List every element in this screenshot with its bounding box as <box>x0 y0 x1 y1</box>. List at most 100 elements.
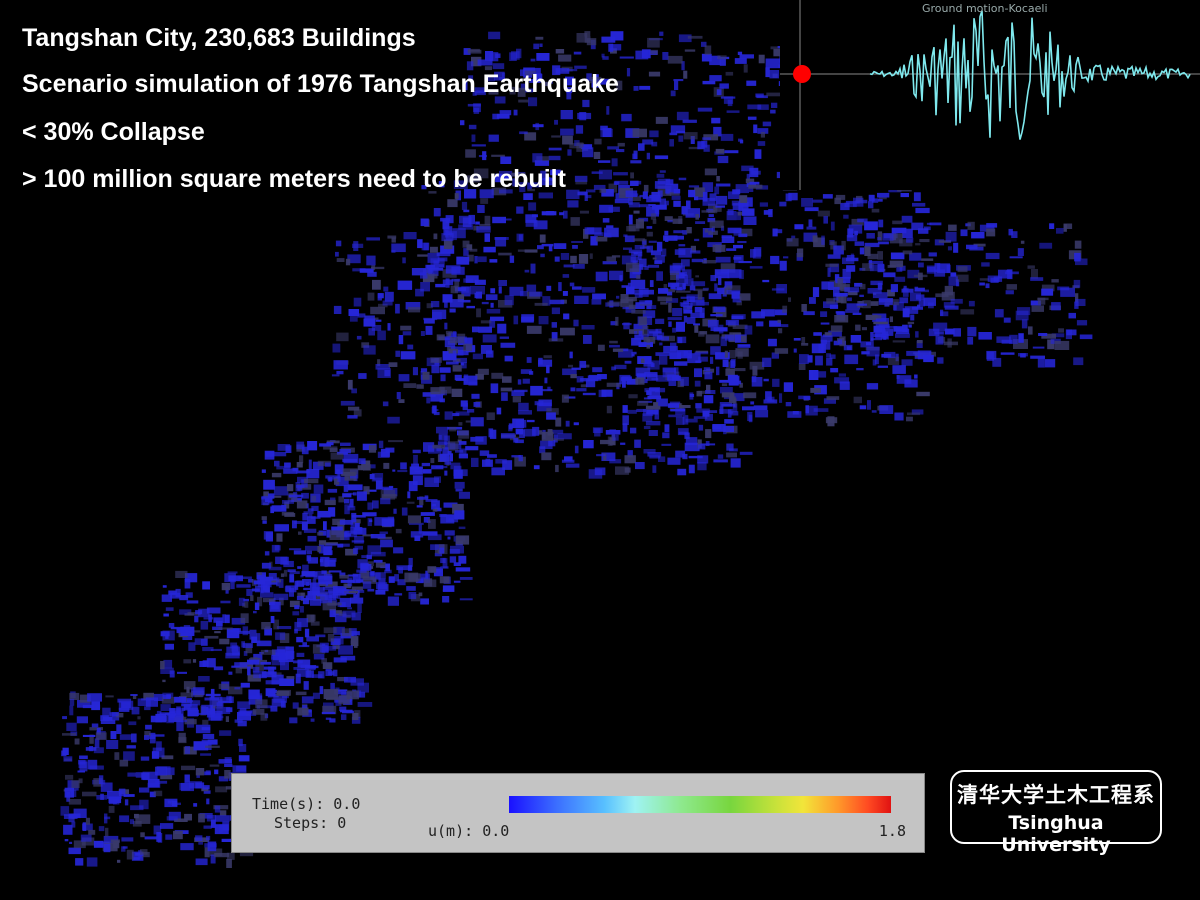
building-footprint <box>820 311 828 317</box>
building-footprint <box>266 689 278 694</box>
building-footprint <box>704 45 712 55</box>
building-footprint <box>737 344 751 348</box>
building-footprint <box>667 457 681 465</box>
building-footprint <box>648 71 661 77</box>
building-footprint <box>584 227 595 235</box>
building-footprint <box>353 297 362 307</box>
building-footprint <box>869 264 885 272</box>
building-footprint <box>750 401 755 405</box>
building-footprint <box>892 220 903 225</box>
building-footprint <box>728 350 737 359</box>
building-footprint <box>218 683 229 689</box>
building-footprint <box>900 193 909 198</box>
building-footprint <box>268 566 282 571</box>
building-footprint <box>917 304 921 308</box>
building-footprint <box>648 430 658 436</box>
building-footprint <box>719 324 724 334</box>
building-footprint <box>288 494 304 498</box>
building-footprint <box>682 415 689 425</box>
building-footprint <box>626 226 636 232</box>
building-footprint <box>119 734 133 740</box>
building-footprint <box>769 70 779 79</box>
building-footprint <box>326 442 334 446</box>
building-footprint <box>461 201 468 211</box>
building-footprint <box>630 160 642 164</box>
building-footprint <box>703 395 714 404</box>
building-footprint <box>914 286 919 290</box>
building-footprint <box>944 305 959 310</box>
building-footprint <box>1039 242 1053 249</box>
building-footprint <box>627 286 634 292</box>
building-footprint <box>218 627 233 630</box>
building-footprint <box>412 449 421 454</box>
building-footprint <box>415 288 424 297</box>
building-footprint <box>981 262 990 267</box>
building-footprint <box>408 307 421 313</box>
building-footprint <box>388 576 395 583</box>
building-footprint <box>202 581 210 590</box>
building-footprint <box>719 379 730 383</box>
building-footprint <box>588 374 602 381</box>
building-footprint <box>427 566 437 573</box>
building-footprint <box>724 419 734 424</box>
building-footprint <box>214 805 221 813</box>
building-footprint <box>109 712 119 717</box>
building-footprint <box>442 589 450 592</box>
building-footprint <box>498 286 502 294</box>
building-footprint <box>340 400 355 406</box>
building-footprint <box>455 567 471 572</box>
building-footprint <box>162 630 175 641</box>
building-footprint <box>780 324 789 328</box>
building-footprint <box>659 342 663 346</box>
building-footprint <box>393 508 397 514</box>
building-footprint <box>621 113 632 122</box>
building-footprint <box>710 346 721 355</box>
building-footprint <box>646 152 650 160</box>
building-footprint <box>598 389 607 398</box>
building-footprint <box>638 330 643 337</box>
building-footprint <box>292 467 299 472</box>
building-footprint <box>712 244 726 252</box>
building-footprint <box>827 267 831 277</box>
building-footprint <box>560 110 573 120</box>
building-footprint <box>855 324 861 331</box>
building-footprint <box>462 240 470 248</box>
building-footprint <box>727 227 742 234</box>
building-footprint <box>66 722 77 731</box>
building-footprint <box>400 351 416 360</box>
building-footprint <box>447 441 459 451</box>
building-footprint <box>380 497 391 505</box>
building-footprint <box>535 36 544 40</box>
building-footprint <box>444 470 448 476</box>
building-footprint <box>893 326 904 332</box>
building-footprint <box>236 630 250 634</box>
building-footprint <box>240 682 250 688</box>
building-footprint <box>145 697 158 707</box>
building-footprint <box>779 201 787 207</box>
building-footprint <box>649 280 654 287</box>
building-footprint <box>813 408 829 412</box>
building-footprint <box>458 422 463 426</box>
building-footprint <box>678 135 684 142</box>
building-footprint <box>620 442 626 445</box>
building-footprint <box>861 327 867 331</box>
building-footprint <box>310 718 315 722</box>
building-footprint <box>117 698 132 703</box>
building-footprint <box>753 405 768 410</box>
building-footprint <box>375 572 386 579</box>
building-footprint <box>676 130 685 134</box>
building-footprint <box>232 765 247 773</box>
building-footprint <box>491 372 504 379</box>
building-footprint <box>702 191 708 202</box>
building-footprint <box>334 636 344 645</box>
building-footprint <box>338 645 353 655</box>
building-footprint <box>675 290 691 293</box>
building-footprint <box>475 221 480 225</box>
building-footprint <box>218 759 232 764</box>
building-footprint <box>344 676 356 683</box>
building-footprint <box>529 291 543 297</box>
building-footprint <box>155 780 168 784</box>
building-footprint <box>575 125 584 134</box>
building-footprint <box>202 785 210 790</box>
building-footprint <box>323 627 337 634</box>
